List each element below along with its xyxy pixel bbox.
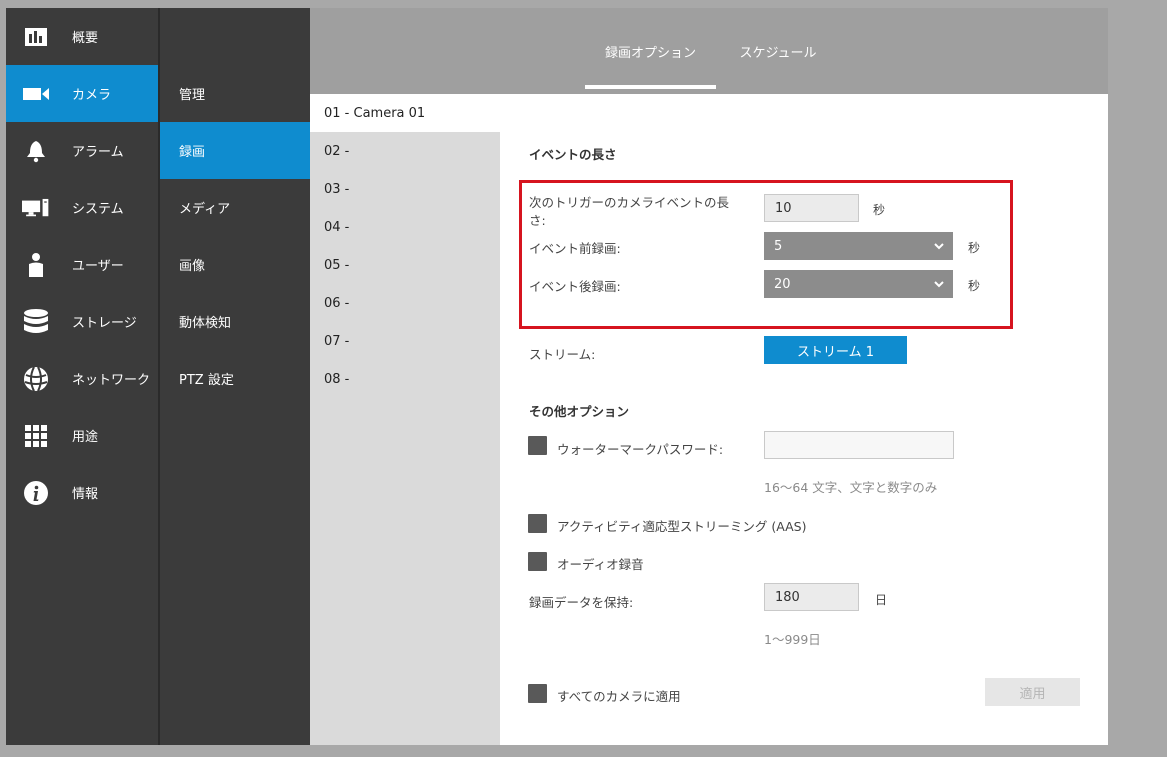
nav-application[interactable]: 用途 xyxy=(6,407,158,464)
camera-list-item[interactable]: 05 - xyxy=(310,246,500,284)
nav-user[interactable]: ユーザー xyxy=(6,236,158,293)
post-event-select[interactable]: 20 xyxy=(764,270,953,298)
apply-all-cameras-label: すべてのカメラに適用 xyxy=(557,689,681,704)
tab-recording-options[interactable]: 録画オプション xyxy=(585,8,716,94)
primary-sidebar: 概要 カメラ アラーム システム ユーザー ストレージ ネットワーク 用途 情報 xyxy=(6,8,158,745)
camera-list-item-label: 07 - xyxy=(324,333,350,349)
camera-list-item-label: 04 - xyxy=(324,219,350,235)
subnav-management-label: 管理 xyxy=(179,88,206,103)
top-header: 録画オプション スケジュール xyxy=(310,8,1108,94)
apply-button[interactable]: 適用 xyxy=(985,678,1080,706)
other-options-title: その他オプション xyxy=(529,404,630,419)
nav-storage[interactable]: ストレージ xyxy=(6,293,158,350)
camera-list-item-label: 05 - xyxy=(324,257,350,273)
secondary-sidebar: 管理 録画 メディア 画像 動体検知 PTZ 設定 xyxy=(160,8,310,745)
nav-camera[interactable]: カメラ xyxy=(6,65,158,122)
subnav-motion-detection-label: 動体検知 xyxy=(179,316,232,331)
camera-list-item[interactable]: 04 - xyxy=(310,208,500,246)
camera-list-item-label: 03 - xyxy=(324,181,350,197)
stream-button[interactable]: ストリーム 1 xyxy=(764,336,907,364)
subnav-media[interactable]: メディア xyxy=(160,179,310,236)
aas-checkbox[interactable] xyxy=(528,514,547,533)
video-camera-icon xyxy=(22,80,50,108)
watermark-label: ウォーターマークパスワード: xyxy=(557,442,724,457)
post-event-label: イベント後録画: xyxy=(529,279,621,294)
camera-list-item-label: 02 - xyxy=(324,143,350,159)
nav-alarm-label: アラーム xyxy=(72,145,124,160)
user-icon xyxy=(22,251,50,279)
subnav-management[interactable]: 管理 xyxy=(160,65,310,122)
retain-hint: 1～999日 xyxy=(764,632,821,647)
nav-user-label: ユーザー xyxy=(72,259,124,274)
globe-icon xyxy=(22,365,50,393)
post-event-select-value: 20 xyxy=(774,276,791,292)
camera-list-item-label: 06 - xyxy=(324,295,350,311)
nav-overview-label: 概要 xyxy=(72,31,99,46)
tab-schedule-label: スケジュール xyxy=(739,45,817,61)
trigger-length-unit: 秒 xyxy=(873,203,886,217)
pre-event-select[interactable]: 5 xyxy=(764,232,953,260)
computer-icon xyxy=(22,194,50,222)
nav-info-label: 情報 xyxy=(72,487,99,502)
bell-icon xyxy=(22,137,50,165)
camera-list-item[interactable]: 02 - xyxy=(310,132,500,170)
audio-recording-label: オーディオ録音 xyxy=(557,557,644,572)
aas-label: アクティビティ適応型ストリーミング (AAS) xyxy=(557,519,807,534)
camera-list-item[interactable]: 07 - xyxy=(310,322,500,360)
nav-info[interactable]: 情報 xyxy=(6,464,158,521)
subnav-recording-label: 録画 xyxy=(179,145,206,160)
camera-list-item-label: 08 - xyxy=(324,371,350,387)
audio-recording-checkbox[interactable] xyxy=(528,552,547,571)
nav-system[interactable]: システム xyxy=(6,179,158,236)
info-icon xyxy=(22,479,50,507)
subnav-image[interactable]: 画像 xyxy=(160,236,310,293)
nav-system-label: システム xyxy=(72,202,124,217)
nav-storage-label: ストレージ xyxy=(72,316,137,331)
settings-panel: イベントの長さ 次のトリガーのカメライベントの長 さ: 10 秒 イベント前録画… xyxy=(500,132,1108,745)
camera-list: 01 - Camera 01 02 - 03 - 04 - 05 - 06 - … xyxy=(310,94,500,745)
bar-chart-icon xyxy=(22,23,50,51)
post-event-unit: 秒 xyxy=(968,279,981,293)
subnav-motion-detection[interactable]: 動体検知 xyxy=(160,293,310,350)
pre-event-label: イベント前録画: xyxy=(529,241,621,256)
subnav-ptz-settings[interactable]: PTZ 設定 xyxy=(160,350,310,407)
trigger-length-label-line2: さ: xyxy=(529,213,546,228)
trigger-length-input[interactable]: 10 xyxy=(764,194,859,222)
camera-list-item[interactable]: 01 - Camera 01 xyxy=(310,94,500,132)
subnav-image-label: 画像 xyxy=(179,259,206,274)
camera-list-item-label: 01 - Camera 01 xyxy=(324,105,426,121)
retain-days-input[interactable]: 180 xyxy=(764,583,859,611)
grid-icon xyxy=(22,422,50,450)
subnav-recording[interactable]: 録画 xyxy=(160,122,310,179)
nav-camera-label: カメラ xyxy=(72,88,112,103)
pre-event-unit: 秒 xyxy=(968,241,981,255)
camera-list-item[interactable]: 06 - xyxy=(310,284,500,322)
pre-event-select-value: 5 xyxy=(774,238,783,254)
nav-overview[interactable]: 概要 xyxy=(6,8,158,65)
nav-alarm[interactable]: アラーム xyxy=(6,122,158,179)
app-window: 概要 カメラ アラーム システム ユーザー ストレージ ネットワーク 用途 情報… xyxy=(6,8,1108,745)
apply-all-cameras-checkbox[interactable] xyxy=(528,684,547,703)
camera-list-item[interactable]: 08 - xyxy=(310,360,500,398)
event-length-title: イベントの長さ xyxy=(529,147,617,162)
retain-label: 録画データを保持: xyxy=(529,595,634,610)
database-icon xyxy=(22,308,50,336)
retain-unit: 日 xyxy=(875,593,888,607)
watermark-hint: 16～64 文字、文字と数字のみ xyxy=(764,480,938,495)
watermark-password-input[interactable] xyxy=(764,431,954,459)
chevron-down-icon xyxy=(934,243,944,250)
watermark-checkbox[interactable] xyxy=(528,436,547,455)
subnav-media-label: メディア xyxy=(179,202,231,217)
chevron-down-icon xyxy=(934,281,944,288)
nav-network[interactable]: ネットワーク xyxy=(6,350,158,407)
nav-application-label: 用途 xyxy=(72,430,99,445)
camera-list-item[interactable]: 03 - xyxy=(310,170,500,208)
tab-schedule[interactable]: スケジュール xyxy=(728,8,828,94)
stream-label: ストリーム: xyxy=(529,347,596,362)
tab-recording-options-label: 録画オプション xyxy=(604,45,696,61)
nav-network-label: ネットワーク xyxy=(72,373,151,388)
subnav-ptz-settings-label: PTZ 設定 xyxy=(179,373,234,388)
trigger-length-label-line1: 次のトリガーのカメライベントの長 xyxy=(529,195,730,210)
